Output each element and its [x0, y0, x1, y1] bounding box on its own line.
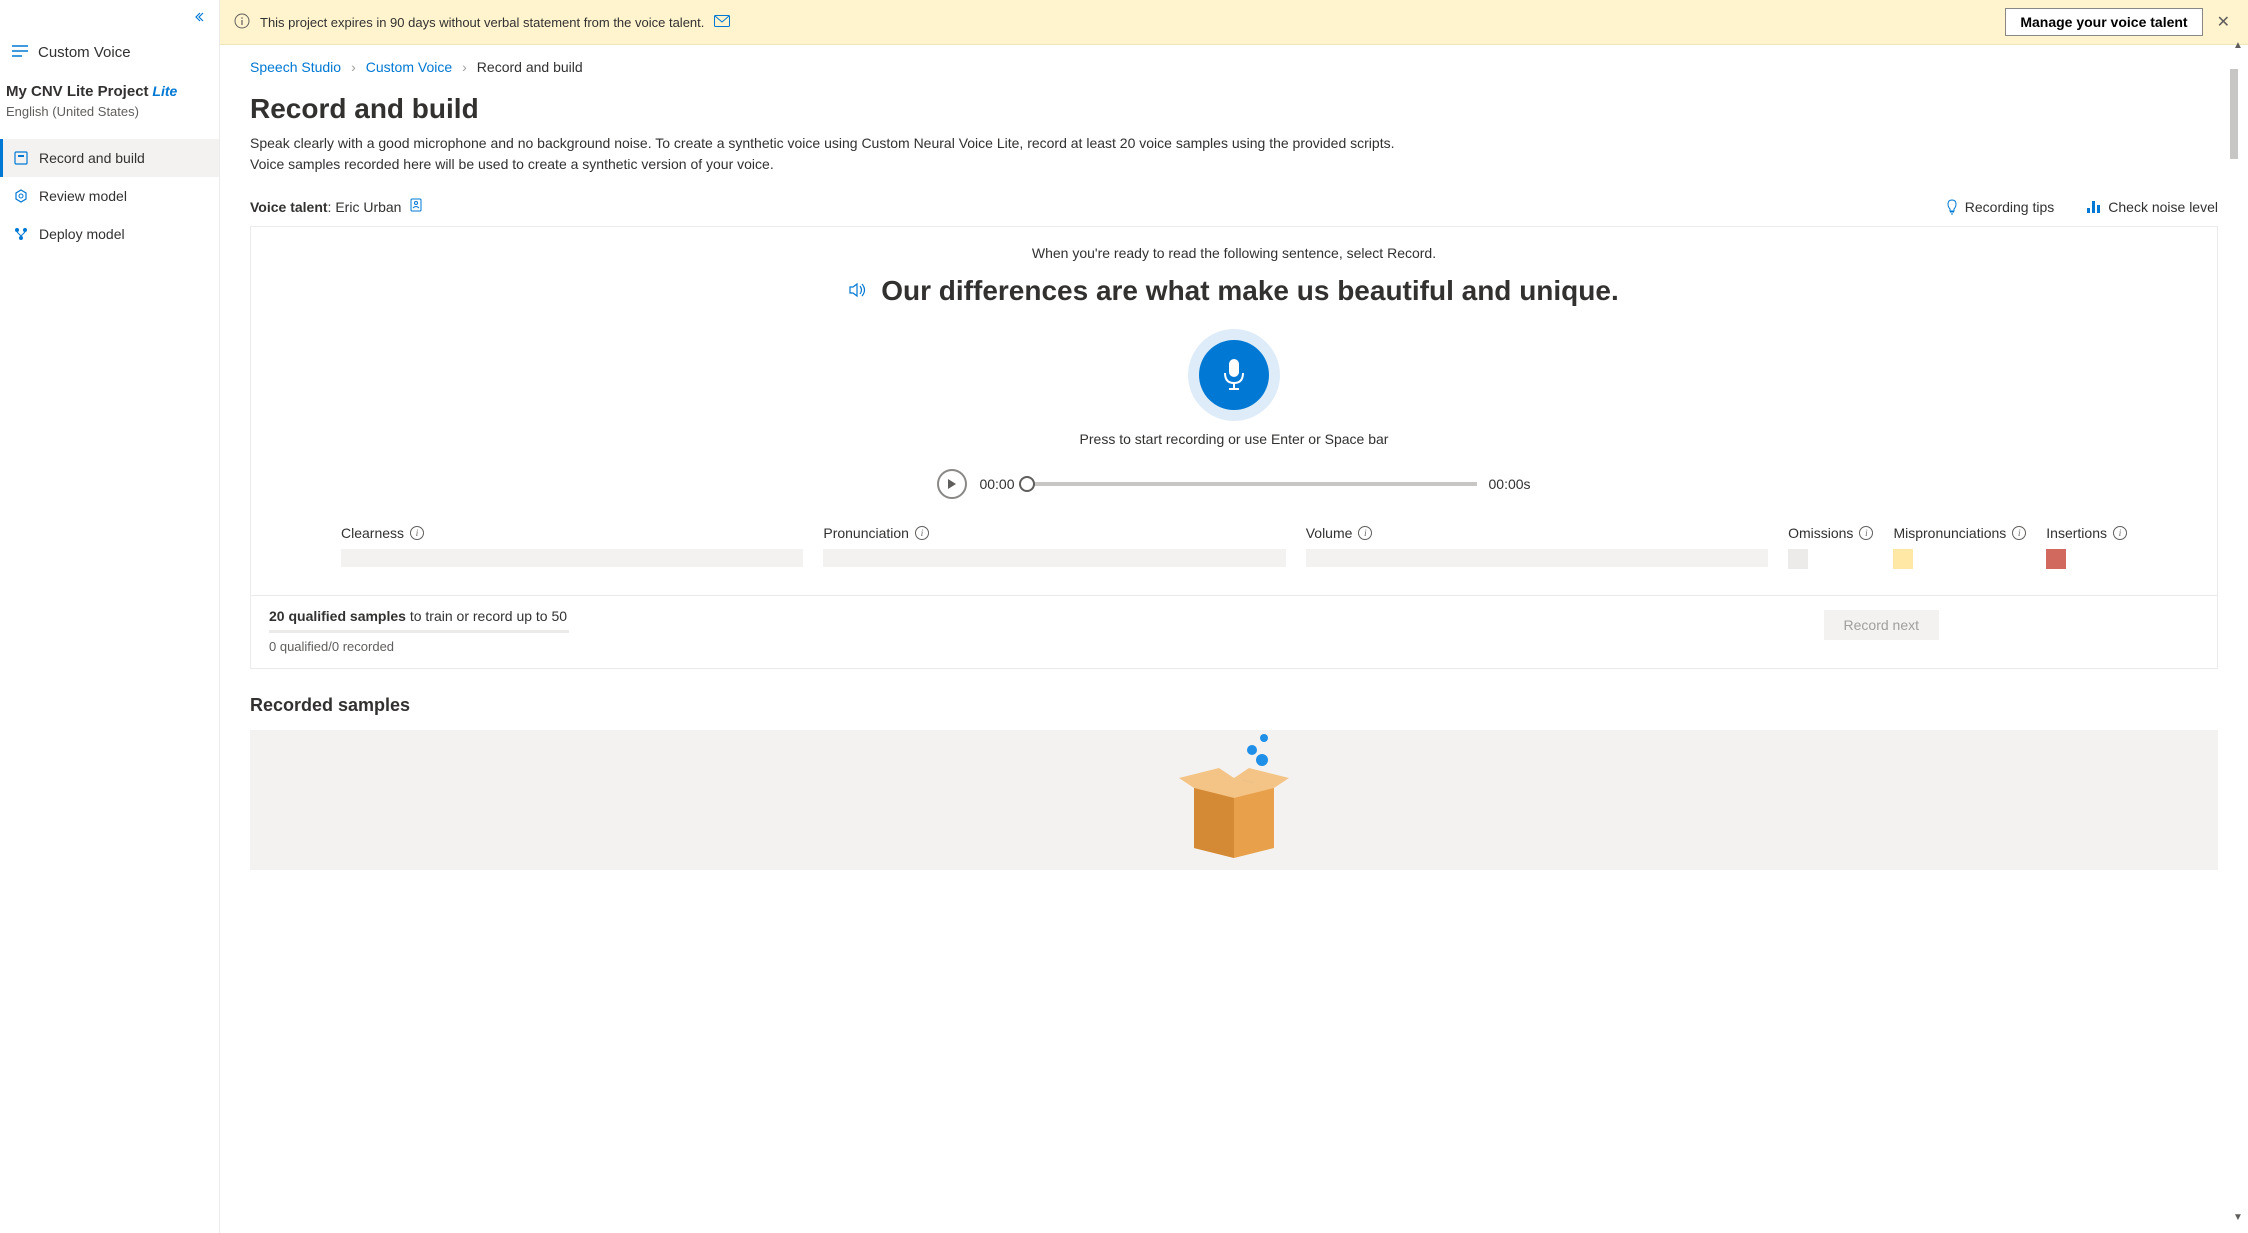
- time-total: 00:00s: [1489, 476, 1531, 492]
- info-icon[interactable]: i: [2113, 526, 2127, 540]
- insertions-swatch: [2046, 549, 2066, 569]
- bars-icon: [2086, 200, 2102, 214]
- notification-banner: This project expires in 90 days without …: [220, 0, 2248, 45]
- scroll-up-arrow[interactable]: ▲: [2233, 40, 2243, 51]
- project-name: My CNV Lite Project: [6, 83, 149, 100]
- info-icon[interactable]: i: [2012, 526, 2026, 540]
- breadcrumb: Speech Studio › Custom Voice › Record an…: [250, 59, 2218, 75]
- seek-handle[interactable]: [1019, 476, 1035, 492]
- sidebar-nav: Record and build Review model Deploy mod…: [0, 139, 219, 253]
- manage-voice-talent-button[interactable]: Manage your voice talent: [2005, 8, 2202, 36]
- workspace-label: Custom Voice: [38, 44, 131, 61]
- voice-talent-name: Eric Urban: [335, 199, 401, 215]
- record-button[interactable]: [1188, 329, 1280, 421]
- samples-footer: 20 qualified samples to train or record …: [251, 595, 2217, 668]
- edit-talent-icon[interactable]: [409, 197, 425, 216]
- lightbulb-icon: [1945, 199, 1959, 215]
- recorded-samples-empty: [250, 730, 2218, 870]
- scrollbar[interactable]: ▲ ▼: [2230, 40, 2246, 1223]
- metric-clearness: Clearnessi: [341, 525, 803, 569]
- qualified-samples-count: 20 qualified samples: [269, 608, 406, 624]
- workspace-icon: [12, 44, 28, 61]
- nav-item-label: Deploy model: [39, 226, 125, 242]
- metric-pronunciation: Pronunciationi: [823, 525, 1285, 569]
- info-icon[interactable]: i: [915, 526, 929, 540]
- nav-record-and-build[interactable]: Record and build: [0, 139, 219, 177]
- record-build-icon: [13, 150, 29, 166]
- scrollbar-thumb[interactable]: [2230, 69, 2238, 159]
- clearness-bar: [341, 549, 803, 567]
- pronunciation-bar: [823, 549, 1285, 567]
- speaker-icon[interactable]: [849, 282, 867, 301]
- microphone-icon: [1220, 357, 1248, 393]
- chevron-right-icon: ›: [351, 59, 356, 75]
- project-name-row: My CNV Lite Project Lite: [6, 83, 213, 100]
- page-title: Record and build: [250, 93, 2218, 125]
- metric-insertions: Insertionsi: [2046, 525, 2127, 569]
- samples-status: 0 qualified/0 recorded: [269, 639, 569, 654]
- time-current: 00:00: [979, 476, 1014, 492]
- empty-box-illustration: [1174, 730, 1294, 868]
- breadcrumb-custom-voice[interactable]: Custom Voice: [366, 59, 452, 75]
- review-model-icon: [13, 188, 29, 204]
- nav-review-model[interactable]: Review model: [0, 177, 219, 215]
- metric-volume: Volumei: [1306, 525, 1768, 569]
- info-icon[interactable]: i: [410, 526, 424, 540]
- info-icon[interactable]: i: [1358, 526, 1372, 540]
- omissions-swatch: [1788, 549, 1808, 569]
- scroll-down-arrow[interactable]: ▼: [2233, 1212, 2243, 1223]
- record-next-button[interactable]: Record next: [1824, 610, 1939, 640]
- record-hint: Press to start recording or use Enter or…: [281, 431, 2187, 447]
- play-icon: [947, 478, 957, 490]
- lite-badge: Lite: [152, 83, 177, 99]
- audio-player: 00:00 00:00s: [281, 469, 2187, 499]
- seek-track[interactable]: [1027, 482, 1477, 486]
- recorded-samples-title: Recorded samples: [250, 695, 2218, 716]
- qualified-samples-suffix: to train or record up to 50: [406, 608, 567, 624]
- metric-omissions: Omissionsi: [1788, 525, 1873, 569]
- nav-item-label: Record and build: [39, 150, 145, 166]
- metrics-row: Clearnessi Pronunciationi Volumei O: [281, 525, 2187, 569]
- play-button[interactable]: [937, 469, 967, 499]
- samples-progress: [269, 630, 569, 633]
- info-icon: [234, 13, 250, 32]
- recording-tips-link[interactable]: Recording tips: [1945, 199, 2055, 215]
- nav-deploy-model[interactable]: Deploy model: [0, 215, 219, 253]
- metric-mispronunciations: Mispronunciationsi: [1893, 525, 2026, 569]
- sidebar-collapse-icon[interactable]: [193, 11, 205, 26]
- sidebar: Custom Voice My CNV Lite Project Lite En…: [0, 0, 220, 1233]
- info-icon[interactable]: i: [1859, 526, 1873, 540]
- page-description: Speak clearly with a good microphone and…: [250, 133, 1410, 175]
- ready-instruction: When you're ready to read the following …: [281, 245, 2187, 261]
- chevron-right-icon: ›: [462, 59, 467, 75]
- breadcrumb-current: Record and build: [477, 59, 583, 75]
- banner-text: This project expires in 90 days without …: [260, 15, 704, 30]
- breadcrumb-speech-studio[interactable]: Speech Studio: [250, 59, 341, 75]
- mispronunciations-swatch: [1893, 549, 1913, 569]
- close-icon[interactable]: ✕: [2213, 12, 2234, 32]
- voice-talent-row: Voice talent: Eric Urban Recording tips …: [250, 197, 2218, 216]
- deploy-model-icon: [13, 226, 29, 242]
- project-language: English (United States): [6, 104, 213, 119]
- check-noise-link[interactable]: Check noise level: [2086, 199, 2218, 215]
- voice-talent-label: Voice talent: [250, 199, 328, 215]
- recording-card: When you're ready to read the following …: [250, 226, 2218, 669]
- volume-bar: [1306, 549, 1768, 567]
- mail-icon[interactable]: [714, 14, 730, 30]
- script-sentence: Our differences are what make us beautif…: [881, 275, 1619, 307]
- nav-item-label: Review model: [39, 188, 127, 204]
